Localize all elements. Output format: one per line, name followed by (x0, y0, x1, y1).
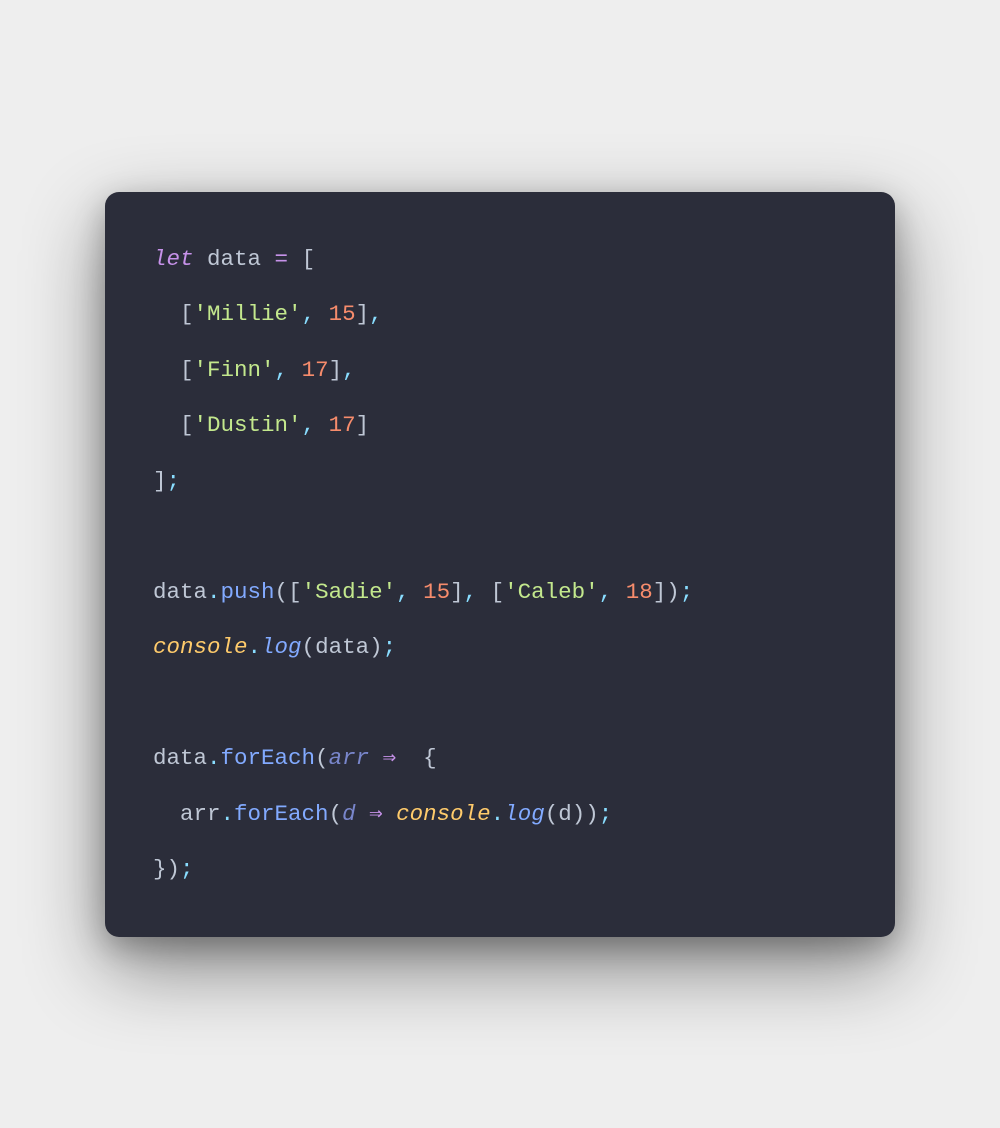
bracket-close: ] (356, 412, 370, 438)
paren-close: ) (167, 856, 181, 882)
ident-data: data (207, 246, 261, 272)
builtin-console: console (396, 801, 491, 827)
code-line-blank (153, 692, 851, 715)
paren-open: ( (275, 579, 289, 605)
code-line: arr.forEach(d ⇒ console.log(d)); (153, 803, 851, 826)
keyword-let: let (153, 246, 194, 272)
op-assign: = (261, 246, 302, 272)
arrow-icon: ⇒ (369, 745, 410, 771)
comma: , (302, 412, 329, 438)
code-line: ['Dustin', 17] (153, 414, 851, 437)
bracket-open: [ (180, 412, 194, 438)
bracket-open: [ (180, 357, 194, 383)
code-line: }); (153, 858, 851, 881)
method-log: log (504, 801, 545, 827)
code-line: ]; (153, 470, 851, 493)
number-17: 17 (302, 357, 329, 383)
string-dustin: 'Dustin' (194, 412, 302, 438)
paren-close: ) (572, 801, 586, 827)
number-17: 17 (329, 412, 356, 438)
paren-open: ( (545, 801, 559, 827)
paren-close: ) (585, 801, 599, 827)
method-push: push (221, 579, 275, 605)
indent (153, 357, 180, 383)
paren-open: ( (315, 745, 329, 771)
semicolon: ; (167, 468, 181, 494)
ident-arr: arr (180, 801, 221, 827)
bracket-close: ] (356, 301, 370, 327)
code-line: ['Millie', 15], (153, 303, 851, 326)
bracket-open: [ (491, 579, 505, 605)
paren-close: ) (369, 634, 383, 660)
method-foreach: forEach (234, 801, 329, 827)
ident-data: data (315, 634, 369, 660)
param-arr: arr (329, 745, 370, 771)
semicolon: ; (680, 579, 694, 605)
brace-open: { (410, 745, 437, 771)
comma: , (369, 301, 383, 327)
bracket-close: ] (450, 579, 464, 605)
method-foreach: forEach (221, 745, 316, 771)
comma: , (396, 579, 423, 605)
code-line-blank (153, 525, 851, 548)
paren-close: ) (666, 579, 680, 605)
dot: . (248, 634, 262, 660)
bracket-close: ] (653, 579, 667, 605)
indent (153, 412, 180, 438)
indent (153, 801, 180, 827)
comma: , (464, 579, 491, 605)
semicolon: ; (599, 801, 613, 827)
number-18: 18 (626, 579, 653, 605)
ident-data: data (153, 745, 207, 771)
comma: , (342, 357, 356, 383)
bracket-open: [ (180, 301, 194, 327)
code-line: let data = [ (153, 248, 851, 271)
bracket-open: [ (288, 579, 302, 605)
builtin-console: console (153, 634, 248, 660)
dot: . (207, 579, 221, 605)
bracket-close: ] (329, 357, 343, 383)
semicolon: ; (180, 856, 194, 882)
string-sadie: 'Sadie' (302, 579, 397, 605)
number-15: 15 (329, 301, 356, 327)
space (194, 246, 208, 272)
code-line: console.log(data); (153, 636, 851, 659)
arrow-icon: ⇒ (356, 801, 397, 827)
number-15: 15 (423, 579, 450, 605)
code-line: data.push(['Sadie', 15], ['Caleb', 18]); (153, 581, 851, 604)
code-line: data.forEach(arr ⇒ { (153, 747, 851, 770)
paren-open: ( (302, 634, 316, 660)
comma: , (599, 579, 626, 605)
string-millie: 'Millie' (194, 301, 302, 327)
dot: . (221, 801, 235, 827)
dot: . (207, 745, 221, 771)
dot: . (491, 801, 505, 827)
comma: , (275, 357, 302, 383)
code-line: ['Finn', 17], (153, 359, 851, 382)
code-panel: let data = [ ['Millie', 15], ['Finn', 17… (105, 192, 895, 937)
comma: , (302, 301, 329, 327)
string-caleb: 'Caleb' (504, 579, 599, 605)
bracket-open: [ (302, 246, 316, 272)
ident-data: data (153, 579, 207, 605)
paren-open: ( (329, 801, 343, 827)
method-log: log (261, 634, 302, 660)
param-d: d (342, 801, 356, 827)
indent (153, 301, 180, 327)
ident-d: d (558, 801, 572, 827)
brace-close: } (153, 856, 167, 882)
bracket-close: ] (153, 468, 167, 494)
semicolon: ; (383, 634, 397, 660)
string-finn: 'Finn' (194, 357, 275, 383)
